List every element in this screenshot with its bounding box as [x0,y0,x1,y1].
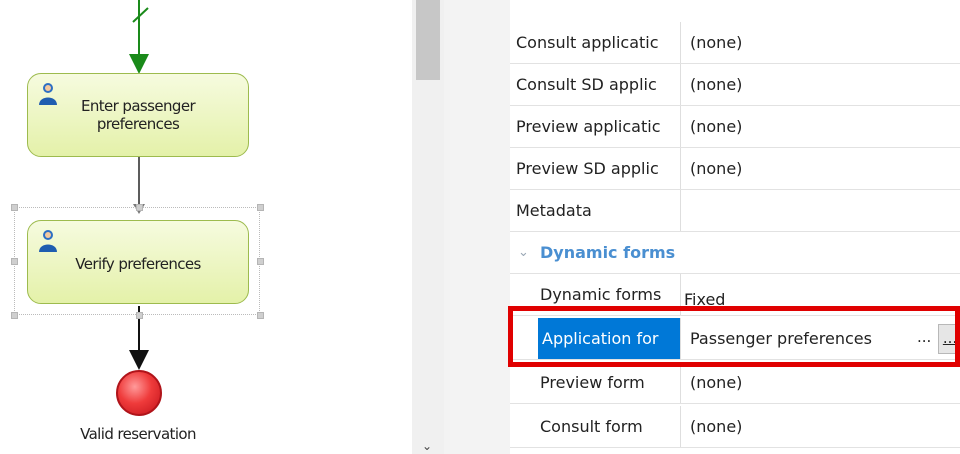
property-row-metadata[interactable]: Metadata [510,190,960,232]
task-verify-preferences[interactable]: Verify preferences [27,220,249,304]
task-label: Verify preferences [75,255,201,273]
property-row[interactable]: Consult applicatic (none) [510,22,960,64]
property-value[interactable]: (none) [690,106,742,147]
column-divider [680,148,681,189]
property-value[interactable]: (none) [690,362,742,403]
property-row[interactable]: Preview SD applic (none) [510,148,960,190]
selection-handle[interactable] [257,312,264,319]
end-event-label: Valid reservation [80,425,196,443]
selection-handle[interactable] [11,204,18,211]
property-row[interactable]: Consult SD applic (none) [510,64,960,106]
default-flow-slash [132,7,149,23]
column-divider [680,64,681,105]
column-divider [680,106,681,147]
user-icon [39,230,57,252]
property-value[interactable]: (none) [690,22,742,63]
column-divider [680,362,681,403]
column-divider [680,22,681,63]
selection-handle[interactable] [11,258,18,265]
column-divider [680,406,681,447]
property-name: Consult applicatic [516,33,659,52]
property-name: Consult SD applic [516,75,657,94]
chevron-down-icon[interactable]: ⌄ [518,232,529,274]
property-value[interactable]: (none) [690,406,742,447]
highlight-annotation [508,306,960,367]
properties-grid: Consult applicatic (none) Consult SD app… [444,0,960,454]
property-name: Preview applicatic [516,117,661,136]
selection-handle[interactable] [11,312,18,319]
selection-handle[interactable] [257,204,264,211]
scroll-thumb[interactable] [416,0,440,80]
selection-handle[interactable] [136,312,143,319]
category-dynamic-forms[interactable]: ⌄ Dynamic forms [510,232,960,274]
property-name: Preview form [540,373,645,392]
task-label: Enter passenger preferences [80,97,196,133]
scroll-down-icon[interactable]: ⌄ [422,440,432,452]
end-event[interactable] [116,370,162,416]
column-divider [680,190,681,231]
property-name: Consult form [540,417,643,436]
property-row-preview-form[interactable]: Preview form (none) [510,362,960,404]
grid-margin [444,0,510,454]
vertical-scrollbar[interactable]: ⌄ [412,0,444,454]
property-name: Metadata [516,201,592,220]
process-diagram: Enter passenger preferences Verify prefe… [0,0,412,454]
task-enter-passenger-preferences[interactable]: Enter passenger preferences [27,73,249,157]
property-value[interactable]: (none) [690,64,742,105]
property-row-consult-form[interactable]: Consult form (none) [510,406,960,448]
selection-handle[interactable] [136,204,143,211]
property-value[interactable]: (none) [690,148,742,189]
property-row[interactable]: Preview applicatic (none) [510,106,960,148]
category-label: Dynamic forms [540,243,676,262]
selection-handle[interactable] [257,258,264,265]
property-name: Preview SD applic [516,159,659,178]
